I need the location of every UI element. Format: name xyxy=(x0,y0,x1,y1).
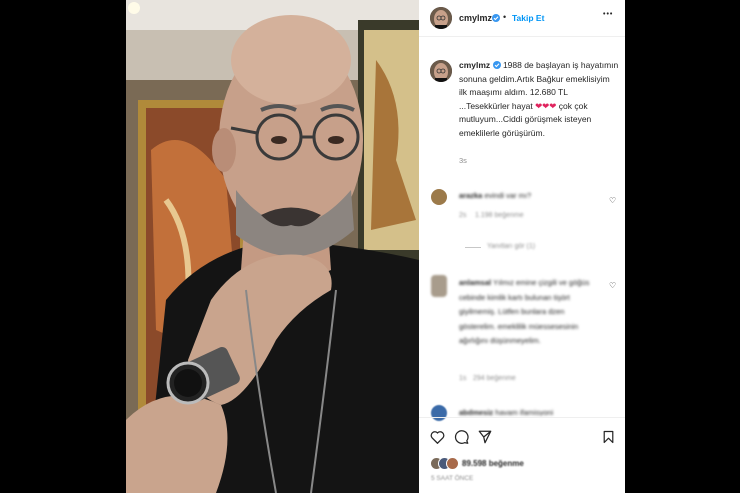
liker-avatar xyxy=(446,457,459,470)
actions-divider xyxy=(419,417,625,418)
comment-icon[interactable] xyxy=(454,430,469,444)
comment-avatar[interactable] xyxy=(431,405,447,421)
share-icon[interactable] xyxy=(478,430,492,444)
author-avatar[interactable] xyxy=(430,7,452,29)
comment-avatar[interactable] xyxy=(431,275,447,297)
replies-line xyxy=(465,247,481,248)
comment-likes[interactable]: 1.198 beğenme xyxy=(475,212,524,219)
comment-time: 1s xyxy=(459,375,467,382)
avatar-image xyxy=(430,60,452,82)
likes-count[interactable]: 89.598 beğenme xyxy=(462,459,524,468)
avatar-image xyxy=(430,7,452,29)
heart-icon[interactable] xyxy=(430,430,445,444)
comment-item: abdmesiz havam ifamisyoni xyxy=(459,407,599,416)
post-caption: cmylmz 1988 de başlayan iş hayatımın son… xyxy=(459,59,619,140)
author-username[interactable]: cmylmz xyxy=(459,13,492,23)
comment-like-heart-icon[interactable]: ♡ xyxy=(609,281,616,290)
post-date: 5 SAAT ÖNCE xyxy=(431,475,474,482)
comment-text: havam ifamisyoni xyxy=(495,408,554,416)
caption-avatar[interactable] xyxy=(430,60,452,82)
save-icon[interactable] xyxy=(603,430,614,444)
post-panel: cmylmz • Takip Et ••• cmylmz 1988 de baş… xyxy=(419,0,625,493)
comment-like-heart-icon[interactable]: ♡ xyxy=(609,196,616,205)
comment-item: arazka evindi var mı? xyxy=(459,190,599,202)
comment-item: anlamsal Yılmız emine çizgili ve göğüs c… xyxy=(459,276,599,349)
comment-username[interactable]: anlamsal xyxy=(459,278,491,287)
post-header: cmylmz • Takip Et ••• xyxy=(419,0,625,37)
caption-time: 3s xyxy=(459,156,467,165)
post-photo-illustration xyxy=(126,0,419,493)
more-options-icon[interactable]: ••• xyxy=(603,11,613,18)
comment-text: Yılmız emine çizgili ve göğüs cebinde ki… xyxy=(459,278,590,345)
verified-badge-icon xyxy=(492,14,500,22)
follow-button[interactable]: Takip Et xyxy=(512,13,544,23)
post-photo[interactable] xyxy=(126,0,419,493)
comment-text: evindi var mı? xyxy=(484,191,532,200)
comment-avatar[interactable] xyxy=(431,189,447,205)
comment-username[interactable]: abdmesiz xyxy=(459,408,493,416)
view-replies-link[interactable]: Yanıtları gör (1) xyxy=(487,243,535,250)
comment-time: 2s xyxy=(459,212,467,219)
header-separator: • xyxy=(503,12,507,22)
comment-username[interactable]: arazka xyxy=(459,191,482,200)
caption-username[interactable]: cmylmz xyxy=(459,60,490,70)
comment-likes[interactable]: 294 beğenme xyxy=(473,375,516,382)
caption-hearts: ❤❤❤ xyxy=(535,100,557,111)
verified-badge-icon xyxy=(492,61,501,69)
